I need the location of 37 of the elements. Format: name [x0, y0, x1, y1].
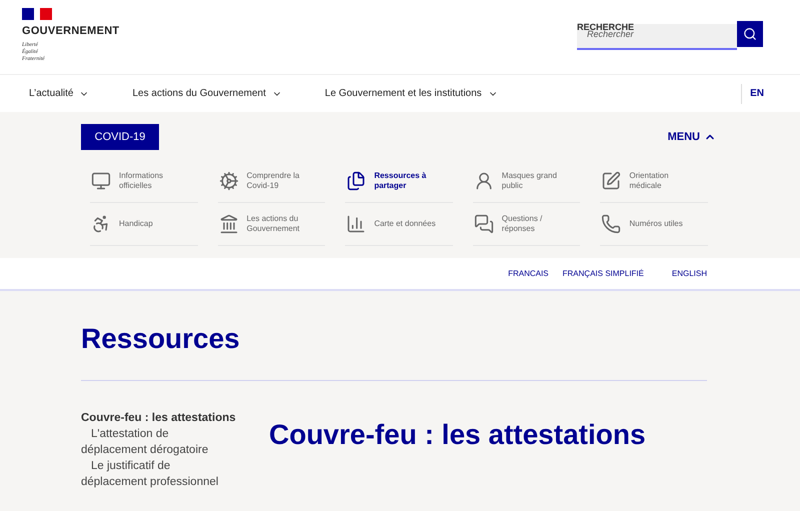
nav-menu-button[interactable]: L’actualité [29, 86, 90, 101]
section-heading: Couvre-feu : les attestations [269, 418, 646, 452]
nav-menu-button[interactable]: Les actions du Gouvernement [132, 86, 282, 101]
monitor-icon [91, 171, 111, 191]
covid-menu-link[interactable]: Ressources à partager [374, 171, 440, 191]
nav-menu-button[interactable]: Le Gouvernement et les institutions [324, 86, 498, 101]
search-label: RECHERCHE [577, 22, 634, 32]
covid-menu-link[interactable]: Questions / réponses [502, 214, 568, 234]
edit-icon [601, 171, 622, 191]
language-link[interactable]: FRANCAIS [508, 268, 549, 280]
documents-icon [346, 171, 366, 191]
building-icon [218, 214, 239, 234]
flag-logo-icon [22, 8, 52, 20]
outline-link[interactable]: Couvre-feu : les attestations [81, 410, 269, 426]
gear-icon [218, 171, 239, 191]
language-link[interactable]: FRANÇAIS SIMPLIFIÉ [562, 268, 644, 280]
page-title: Ressources [81, 322, 241, 356]
phone-icon [601, 214, 622, 234]
bar-chart-icon [346, 214, 366, 234]
menu-toggle[interactable]: MENU [668, 128, 716, 146]
covid-menu-link[interactable]: Numéros utiles [629, 219, 683, 229]
covid-menu-link[interactable]: Orientation médicale [629, 171, 696, 191]
covid-menu-link[interactable]: Carte et données [374, 219, 436, 229]
covid-menu-link[interactable]: Informations officielles [119, 171, 185, 191]
covid-badge[interactable]: COVID-19 [81, 124, 159, 150]
covid-menu-link[interactable]: Masques grand public [502, 171, 568, 191]
language-link[interactable]: ENGLISH [672, 268, 707, 280]
search-button[interactable] [737, 21, 763, 47]
search-icon [743, 27, 757, 41]
outline-link[interactable]: L'attestation de déplacement dérogatoire [81, 426, 231, 458]
covid-menu-link[interactable]: Comprendre la Covid-19 [246, 171, 313, 191]
covid-menu-link[interactable]: Les actions du Gouvernement [246, 214, 313, 234]
covid-menu-link[interactable]: Handicap [119, 219, 153, 229]
outline-link[interactable]: Le justificatif de déplacement professionnel [81, 458, 231, 490]
brand-name[interactable]: GOUVERNEMENT [22, 23, 120, 40]
language-link[interactable]: EN [750, 86, 764, 101]
chat-icon [474, 214, 494, 234]
